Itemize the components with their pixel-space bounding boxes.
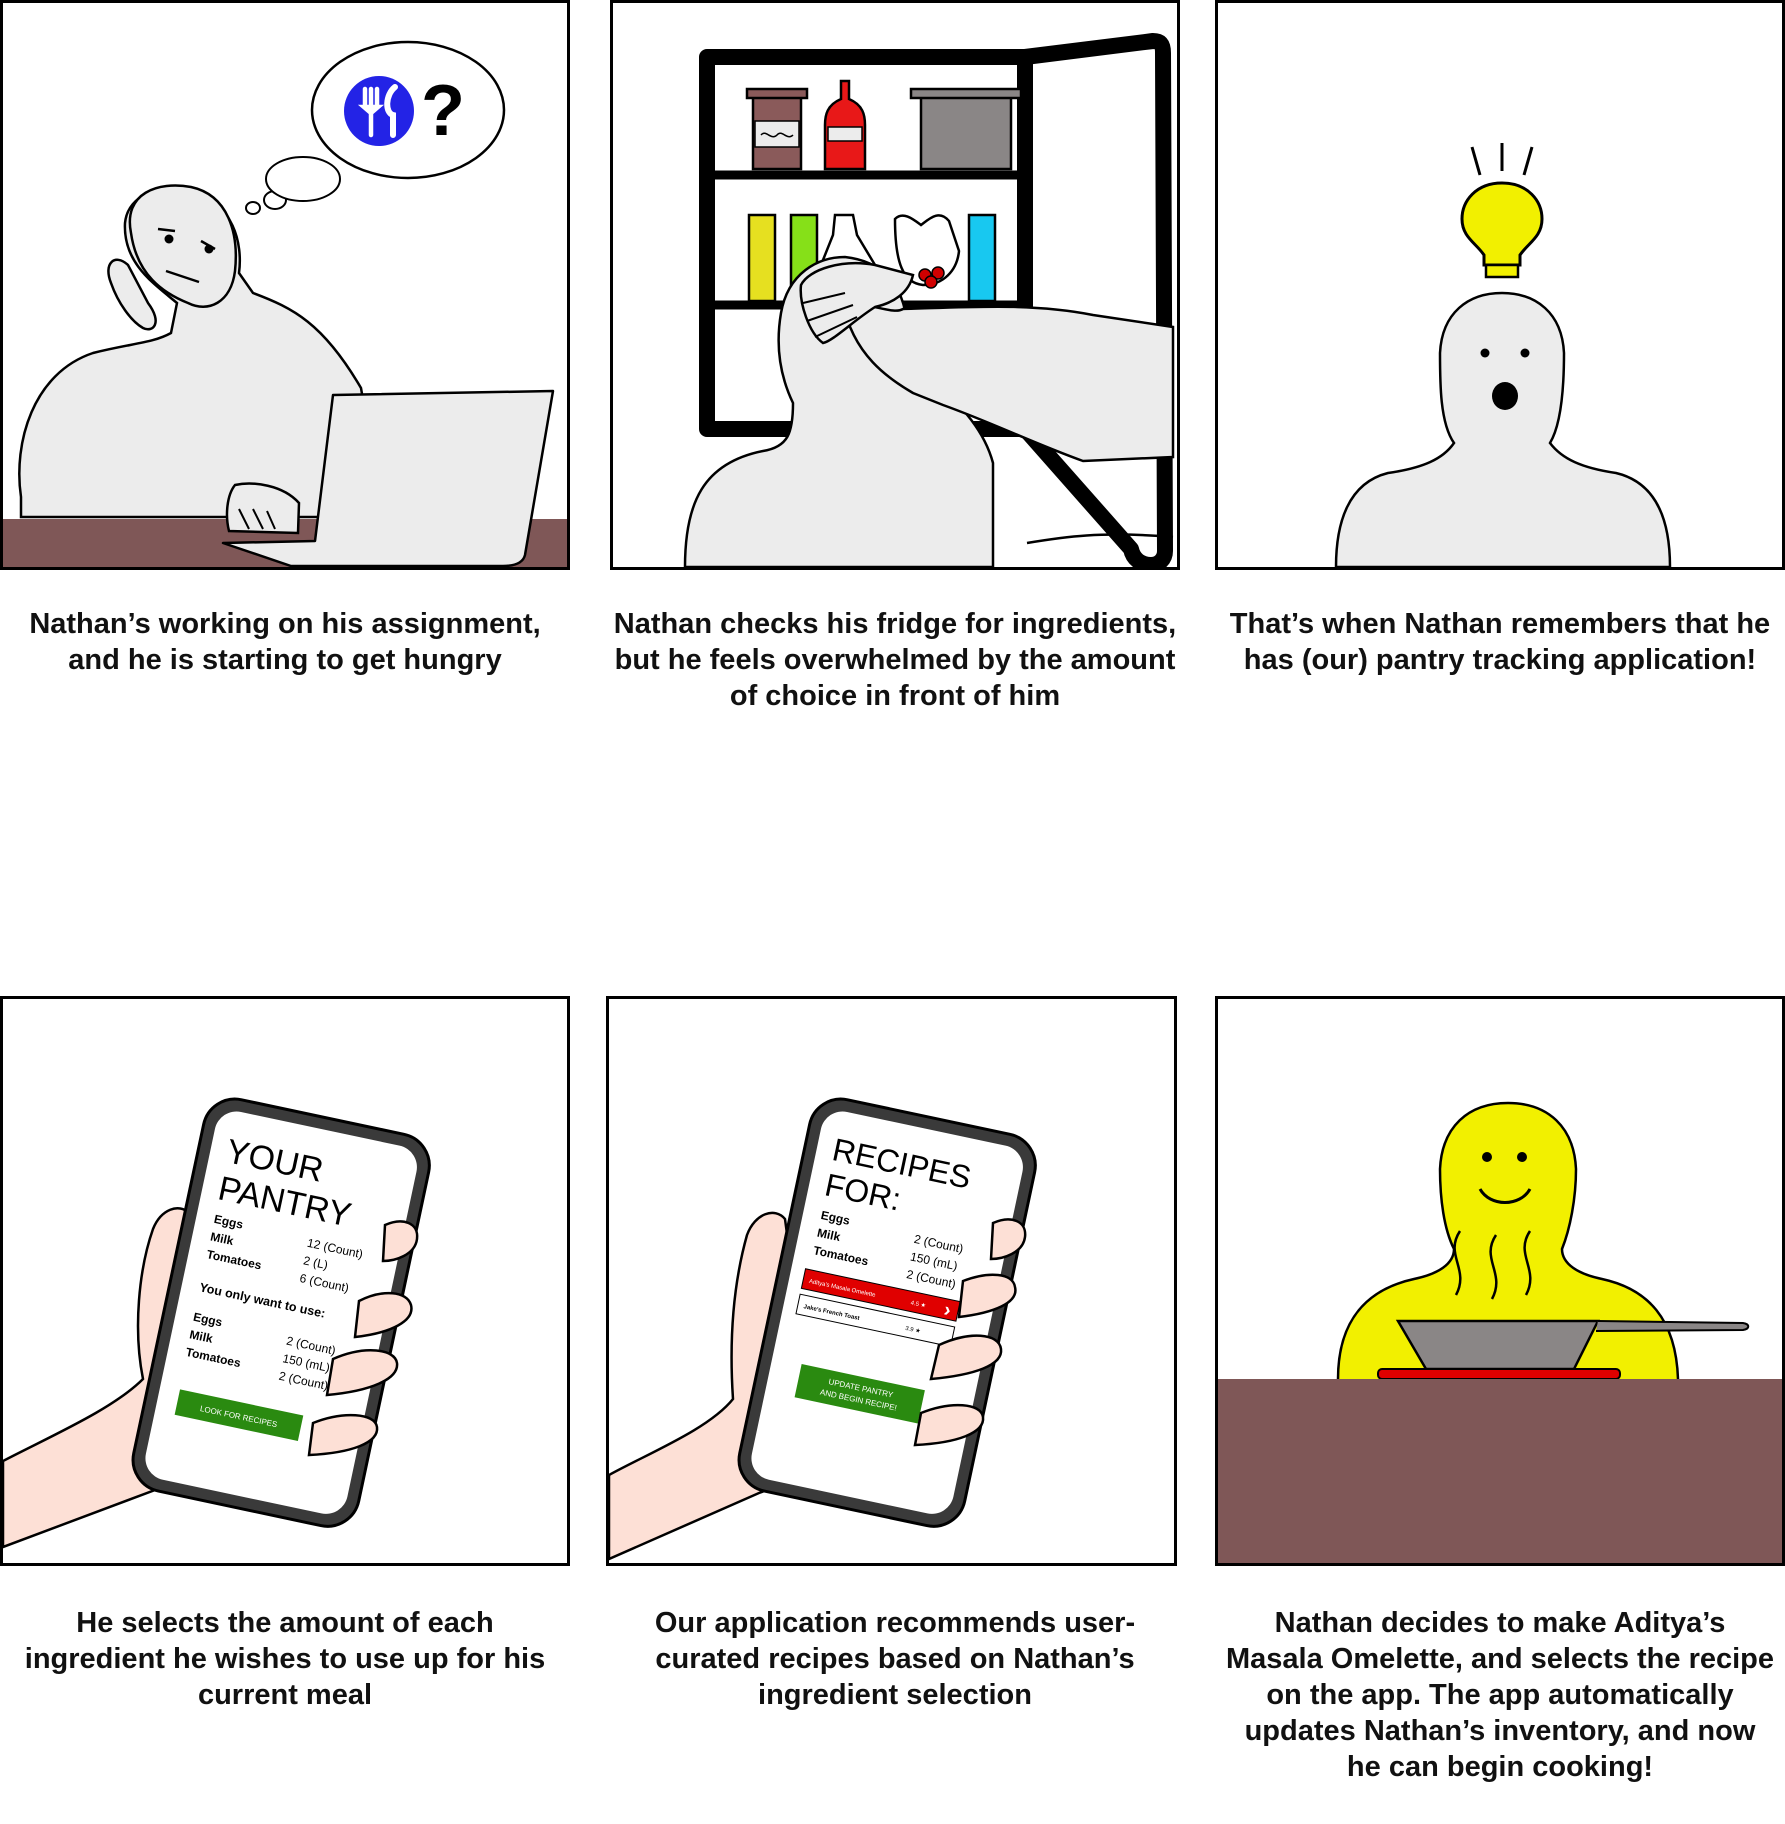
panel-6	[1215, 996, 1785, 1566]
panel-2	[610, 0, 1180, 570]
surprised-mouth	[1492, 382, 1518, 410]
panel-4: YOUR PANTRY Eggs 12 (Count) Milk 2 (L) T…	[0, 996, 570, 1566]
person-head	[128, 184, 237, 308]
panel-5: RECIPES FOR: Eggs 2 (Count) Milk 150 (mL…	[606, 996, 1177, 1566]
caption-1: Nathan’s working on his assignment, and …	[29, 608, 541, 676]
caption-4: He selects the amount of each ingredient…	[24, 1607, 546, 1711]
counter	[1218, 1379, 1782, 1563]
frying-pan	[1395, 1319, 1601, 1371]
caption-2: Nathan checks his fridge for ingredients…	[613, 608, 1177, 712]
lightbulb-icon	[1460, 181, 1544, 279]
caption-6: Nathan decides to make Aditya’s Masala O…	[1225, 1607, 1775, 1783]
stove-burner	[1377, 1368, 1621, 1380]
caption-5: Our application recommends user-curated …	[654, 1607, 1136, 1711]
pot-grey	[919, 93, 1013, 171]
bottle-cyan	[967, 213, 997, 303]
finger-3	[325, 1349, 399, 1397]
panel-3	[1215, 0, 1785, 570]
thought-bubble-large	[265, 156, 341, 202]
panel-1: ?	[0, 0, 570, 570]
utensils-icon	[344, 76, 414, 146]
bottle-yellow	[747, 213, 777, 303]
thought-bubble-small	[245, 201, 261, 215]
fridge-door	[1017, 33, 1173, 567]
person-body	[1334, 291, 1672, 567]
finger-2	[957, 1273, 1017, 1319]
caption-3: That’s when Nathan remembers that he has…	[1229, 608, 1771, 676]
finger-1	[989, 1218, 1027, 1261]
finger-2	[353, 1291, 413, 1339]
question-mark: ?	[421, 71, 465, 151]
